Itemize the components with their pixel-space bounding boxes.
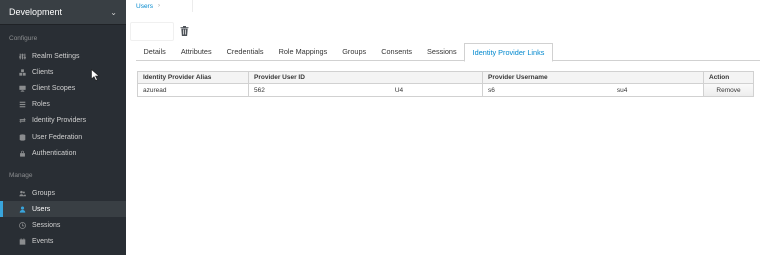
sidebar: Development ⌄ Configure Realm Settings C… [0,0,126,255]
configure-nav: Realm Settings Clients Client Scopes Rol… [0,48,126,161]
table-row: azuread 562 U4 s6 su4 Remove [137,83,754,97]
table-header-row: Identity Provider Alias Provider User ID… [137,71,754,84]
cell-action: Remove [703,83,754,97]
sidebar-item-user-federation[interactable]: User Federation [0,129,126,145]
mouse-cursor-icon [91,69,100,81]
tab-groups[interactable]: Groups [335,43,374,61]
sidebar-item-authentication[interactable]: Authentication [0,145,126,161]
column-header-action: Action [703,71,754,84]
redacted-region [264,84,395,96]
sidebar-item-label: Clients [32,68,54,76]
sidebar-item-users[interactable]: Users [0,201,126,218]
sidebar-item-label: User Federation [32,133,83,141]
cell-provider-username: s6 su4 [482,83,704,97]
sidebar-item-label: Authentication [32,149,77,157]
breadcrumb-divider [192,0,193,12]
redacted-region [494,84,617,96]
sidebar-item-sessions[interactable]: Sessions [0,217,126,233]
user-id-visible-end: U4 [394,86,404,94]
delete-user-icon[interactable] [180,26,189,36]
exchange-icon [17,116,27,126]
sidebar-item-label: Realm Settings [32,52,80,60]
tab-role-mappings[interactable]: Role Mappings [271,43,335,61]
configure-section-label: Configure [9,35,38,42]
username-visible-start: s6 [488,86,495,94]
sidebar-item-label: Identity Providers [32,117,87,125]
sidebar-item-roles[interactable]: Roles [0,97,126,113]
username-visible-end: su4 [616,86,628,94]
user-id-visible-start: 562 [254,86,265,94]
sidebar-item-label: Roles [32,101,50,109]
identity-provider-links-table: Identity Provider Alias Provider User ID… [137,71,754,97]
tab-credentials[interactable]: Credentials [219,43,271,61]
breadcrumb-separator: › [157,3,160,9]
sidebar-item-label: Users [32,205,51,213]
sidebar-item-groups[interactable]: Groups [0,185,126,201]
tab-sessions[interactable]: Sessions [420,43,465,61]
sidebar-item-events[interactable]: Events [0,234,126,250]
list-icon [17,100,27,110]
sidebar-item-label: Events [32,238,54,246]
sidebar-item-label: Groups [32,189,55,197]
cubes-icon [17,67,27,77]
calendar-icon [17,237,27,247]
main-content: Users › Details Attributes Credentials R… [126,0,760,255]
user-tabs: Details Attributes Credentials Role Mapp… [136,43,760,62]
sidebar-item-label: Client Scopes [32,84,76,92]
column-header-provider-user-id: Provider User ID [248,71,483,84]
sidebar-item-clients[interactable]: Clients [0,64,126,80]
sidebar-item-realm-settings[interactable]: Realm Settings [0,48,126,64]
cell-provider-user-id: 562 U4 [248,83,483,97]
sidebar-item-client-scopes[interactable]: Client Scopes [0,80,126,96]
tab-details[interactable]: Details [136,43,173,61]
chevron-down-icon: ⌄ [110,7,117,17]
breadcrumb-users-link[interactable]: Users [136,3,153,10]
user-icon [17,204,27,214]
database-icon [17,132,27,142]
remove-link-button[interactable]: Remove [704,84,753,96]
sliders-icon [17,51,27,61]
column-header-provider-username: Provider Username [482,71,704,84]
realm-selector[interactable]: Development ⌄ [0,0,126,25]
users-icon [17,188,27,198]
column-header-alias: Identity Provider Alias [137,71,249,84]
manage-section-label: Manage [9,172,33,179]
tab-consents[interactable]: Consents [374,43,420,61]
desktop-icon [17,83,27,93]
manage-nav: Groups Users Sessions Events [0,185,126,250]
sidebar-item-identity-providers[interactable]: Identity Providers [0,113,126,129]
page-title [130,22,174,41]
realm-name: Development [9,7,63,17]
clock-icon [17,220,27,230]
lock-icon [17,148,27,158]
breadcrumb: Users › [126,0,160,12]
cell-alias: azuread [137,83,249,97]
sidebar-item-label: Sessions [32,221,61,229]
tab-identity-provider-links[interactable]: Identity Provider Links [464,43,553,62]
tab-attributes[interactable]: Attributes [173,43,219,61]
